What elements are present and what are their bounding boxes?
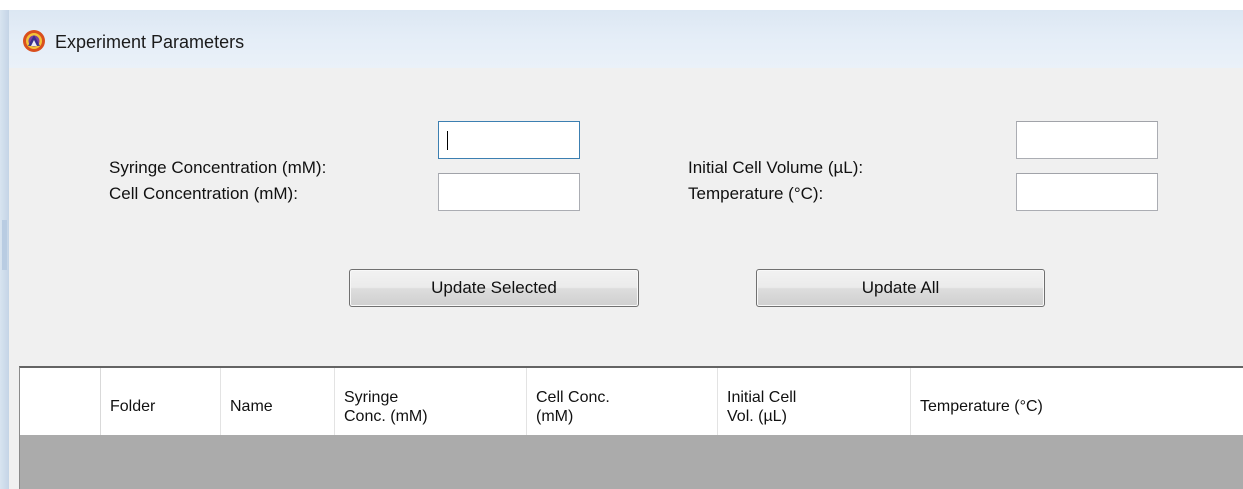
temperature-label: Temperature (°C): [688, 184, 824, 203]
cell-concentration-input[interactable] [438, 173, 580, 211]
title-bar[interactable]: Experiment Parameters [9, 10, 1243, 68]
update-selected-button[interactable]: Update Selected [349, 269, 639, 307]
grid-empty-area [20, 435, 1243, 489]
screen: Experiment Parameters Syringe Concentrat… [0, 0, 1243, 489]
cell-concentration-label: Cell Concentration (mM): [109, 184, 298, 203]
column-header-folder[interactable]: Folder [101, 368, 221, 435]
column-header-temperature[interactable]: Temperature (°C) [911, 368, 1243, 435]
window-title: Experiment Parameters [55, 32, 245, 52]
syringe-concentration-input[interactable] [438, 121, 580, 159]
app-logo-icon [23, 30, 45, 52]
column-header-cell-conc[interactable]: Cell Conc. (mM) [527, 368, 718, 435]
text-caret [447, 131, 448, 150]
column-header-initial-cell-vol[interactable]: Initial Cell Vol. (µL) [718, 368, 911, 435]
parameters-grid[interactable]: Folder Name Syringe Conc. (mM) Cell Conc… [19, 366, 1243, 489]
column-header-syringe-conc[interactable]: Syringe Conc. (mM) [335, 368, 527, 435]
column-header-name[interactable]: Name [221, 368, 335, 435]
temperature-input[interactable] [1016, 173, 1158, 211]
grid-row-header-corner[interactable] [20, 368, 101, 435]
initial-cell-volume-input[interactable] [1016, 121, 1158, 159]
update-all-button[interactable]: Update All [756, 269, 1045, 307]
experiment-parameters-window: Experiment Parameters Syringe Concentrat… [9, 10, 1243, 489]
syringe-concentration-label: Syringe Concentration (mM): [109, 158, 327, 177]
window-frame-left [0, 10, 9, 489]
grid-header-row: Folder Name Syringe Conc. (mM) Cell Conc… [20, 368, 1243, 435]
initial-cell-volume-label: Initial Cell Volume (µL): [688, 158, 864, 177]
